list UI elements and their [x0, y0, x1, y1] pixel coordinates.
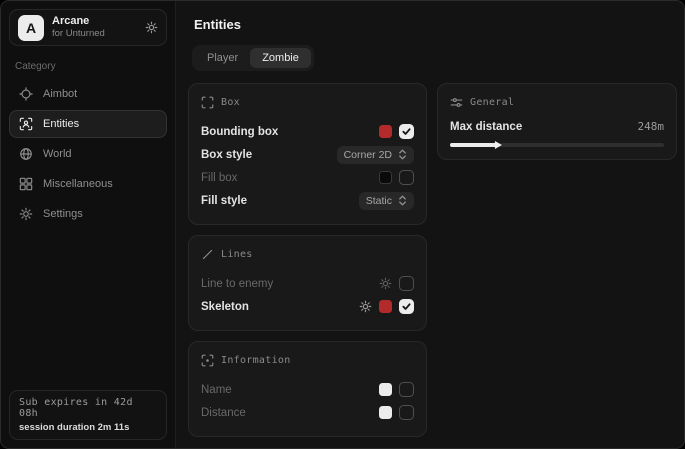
check-icon	[402, 302, 411, 311]
card-title: Lines	[221, 249, 253, 260]
line-icon	[201, 248, 214, 261]
sidebar-nav: Aimbot Entities World Miscellaneous	[9, 80, 167, 228]
bounding-box-checkbox[interactable]	[399, 124, 414, 139]
session-duration-text: session duration 2m 11s	[19, 422, 157, 433]
app-title: Arcane	[52, 15, 105, 28]
max-distance-slider[interactable]	[450, 143, 664, 147]
sidebar-item-entities[interactable]: Entities	[9, 110, 167, 138]
info-scan-icon	[201, 354, 214, 367]
scan-person-icon	[19, 117, 33, 131]
setting-row-bounding-box: Bounding box	[201, 120, 414, 143]
sidebar-item-label: World	[43, 148, 72, 160]
globe-icon	[19, 147, 33, 161]
app-logo: A	[18, 15, 44, 41]
setting-row-line-to-enemy: Line to enemy	[201, 272, 414, 295]
page-title: Entities	[194, 17, 672, 32]
color-swatch[interactable]	[379, 383, 392, 396]
chevron-updown-icon	[398, 149, 407, 160]
name-checkbox[interactable]	[399, 382, 414, 397]
skeleton-checkbox[interactable]	[399, 299, 414, 314]
lines-card: Lines Line to enemy Skeleton	[188, 235, 427, 331]
line-to-enemy-checkbox[interactable]	[399, 276, 414, 291]
gear-icon[interactable]	[359, 300, 372, 313]
max-distance-slider-fill	[450, 143, 497, 147]
sidebar-item-label: Miscellaneous	[43, 178, 113, 190]
setting-row-skeleton: Skeleton	[201, 295, 414, 318]
gear-icon[interactable]	[379, 277, 392, 290]
main-panel: Entities Player Zombie Box Bounding box	[176, 1, 684, 448]
sidebar-item-label: Aimbot	[43, 88, 77, 100]
sidebar-item-label: Entities	[43, 118, 79, 130]
max-distance-slider-handle[interactable]	[495, 141, 502, 149]
box-style-dropdown[interactable]: Corner 2D	[337, 146, 414, 164]
color-swatch[interactable]	[379, 125, 392, 138]
setting-row-fill-style: Fill style Static	[201, 189, 414, 212]
general-card: General Max distance 248m	[437, 83, 677, 160]
fill-style-dropdown[interactable]: Static	[359, 192, 414, 210]
card-title: Information	[221, 355, 291, 366]
card-title: General	[470, 97, 514, 108]
gear-icon	[19, 207, 33, 221]
check-icon	[402, 127, 411, 136]
app-subtitle: for Unturned	[52, 28, 105, 39]
app-header-card: A Arcane for Unturned	[9, 9, 167, 46]
box-card: Box Bounding box Box style	[188, 83, 427, 225]
sidebar-item-miscellaneous[interactable]: Miscellaneous	[9, 170, 167, 198]
sidebar-item-label: Settings	[43, 208, 83, 220]
color-swatch[interactable]	[379, 406, 392, 419]
chevron-updown-icon	[398, 195, 407, 206]
setting-row-name: Name	[201, 378, 414, 401]
crosshair-icon	[19, 87, 33, 101]
box-brackets-icon	[201, 96, 214, 109]
sidebar-item-world[interactable]: World	[9, 140, 167, 168]
gear-icon[interactable]	[145, 21, 158, 34]
setting-row-distance: Distance	[201, 401, 414, 424]
tab-player[interactable]: Player	[195, 48, 250, 68]
card-title: Box	[221, 97, 240, 108]
app-window: A Arcane for Unturned Category Aimbot	[0, 0, 685, 449]
setting-row-max-distance: Max distance 248m	[450, 120, 664, 133]
entity-type-tabs: Player Zombie	[192, 45, 314, 71]
setting-row-fill-box: Fill box	[201, 166, 414, 189]
sliders-icon	[450, 96, 463, 109]
max-distance-value: 248m	[638, 120, 665, 133]
sub-expiry-text: Sub expires in 42d 08h	[19, 397, 157, 419]
sidebar-item-settings[interactable]: Settings	[9, 200, 167, 228]
information-card: Information Name Distance	[188, 341, 427, 437]
fill-box-checkbox[interactable]	[399, 170, 414, 185]
color-swatch[interactable]	[379, 171, 392, 184]
tab-zombie[interactable]: Zombie	[250, 48, 311, 68]
setting-row-box-style: Box style Corner 2D	[201, 143, 414, 166]
grid-icon	[19, 177, 33, 191]
category-label: Category	[15, 61, 161, 72]
distance-checkbox[interactable]	[399, 405, 414, 420]
color-swatch[interactable]	[379, 300, 392, 313]
sidebar: A Arcane for Unturned Category Aimbot	[1, 1, 176, 448]
subscription-info-card: Sub expires in 42d 08h session duration …	[9, 390, 167, 440]
sidebar-item-aimbot[interactable]: Aimbot	[9, 80, 167, 108]
